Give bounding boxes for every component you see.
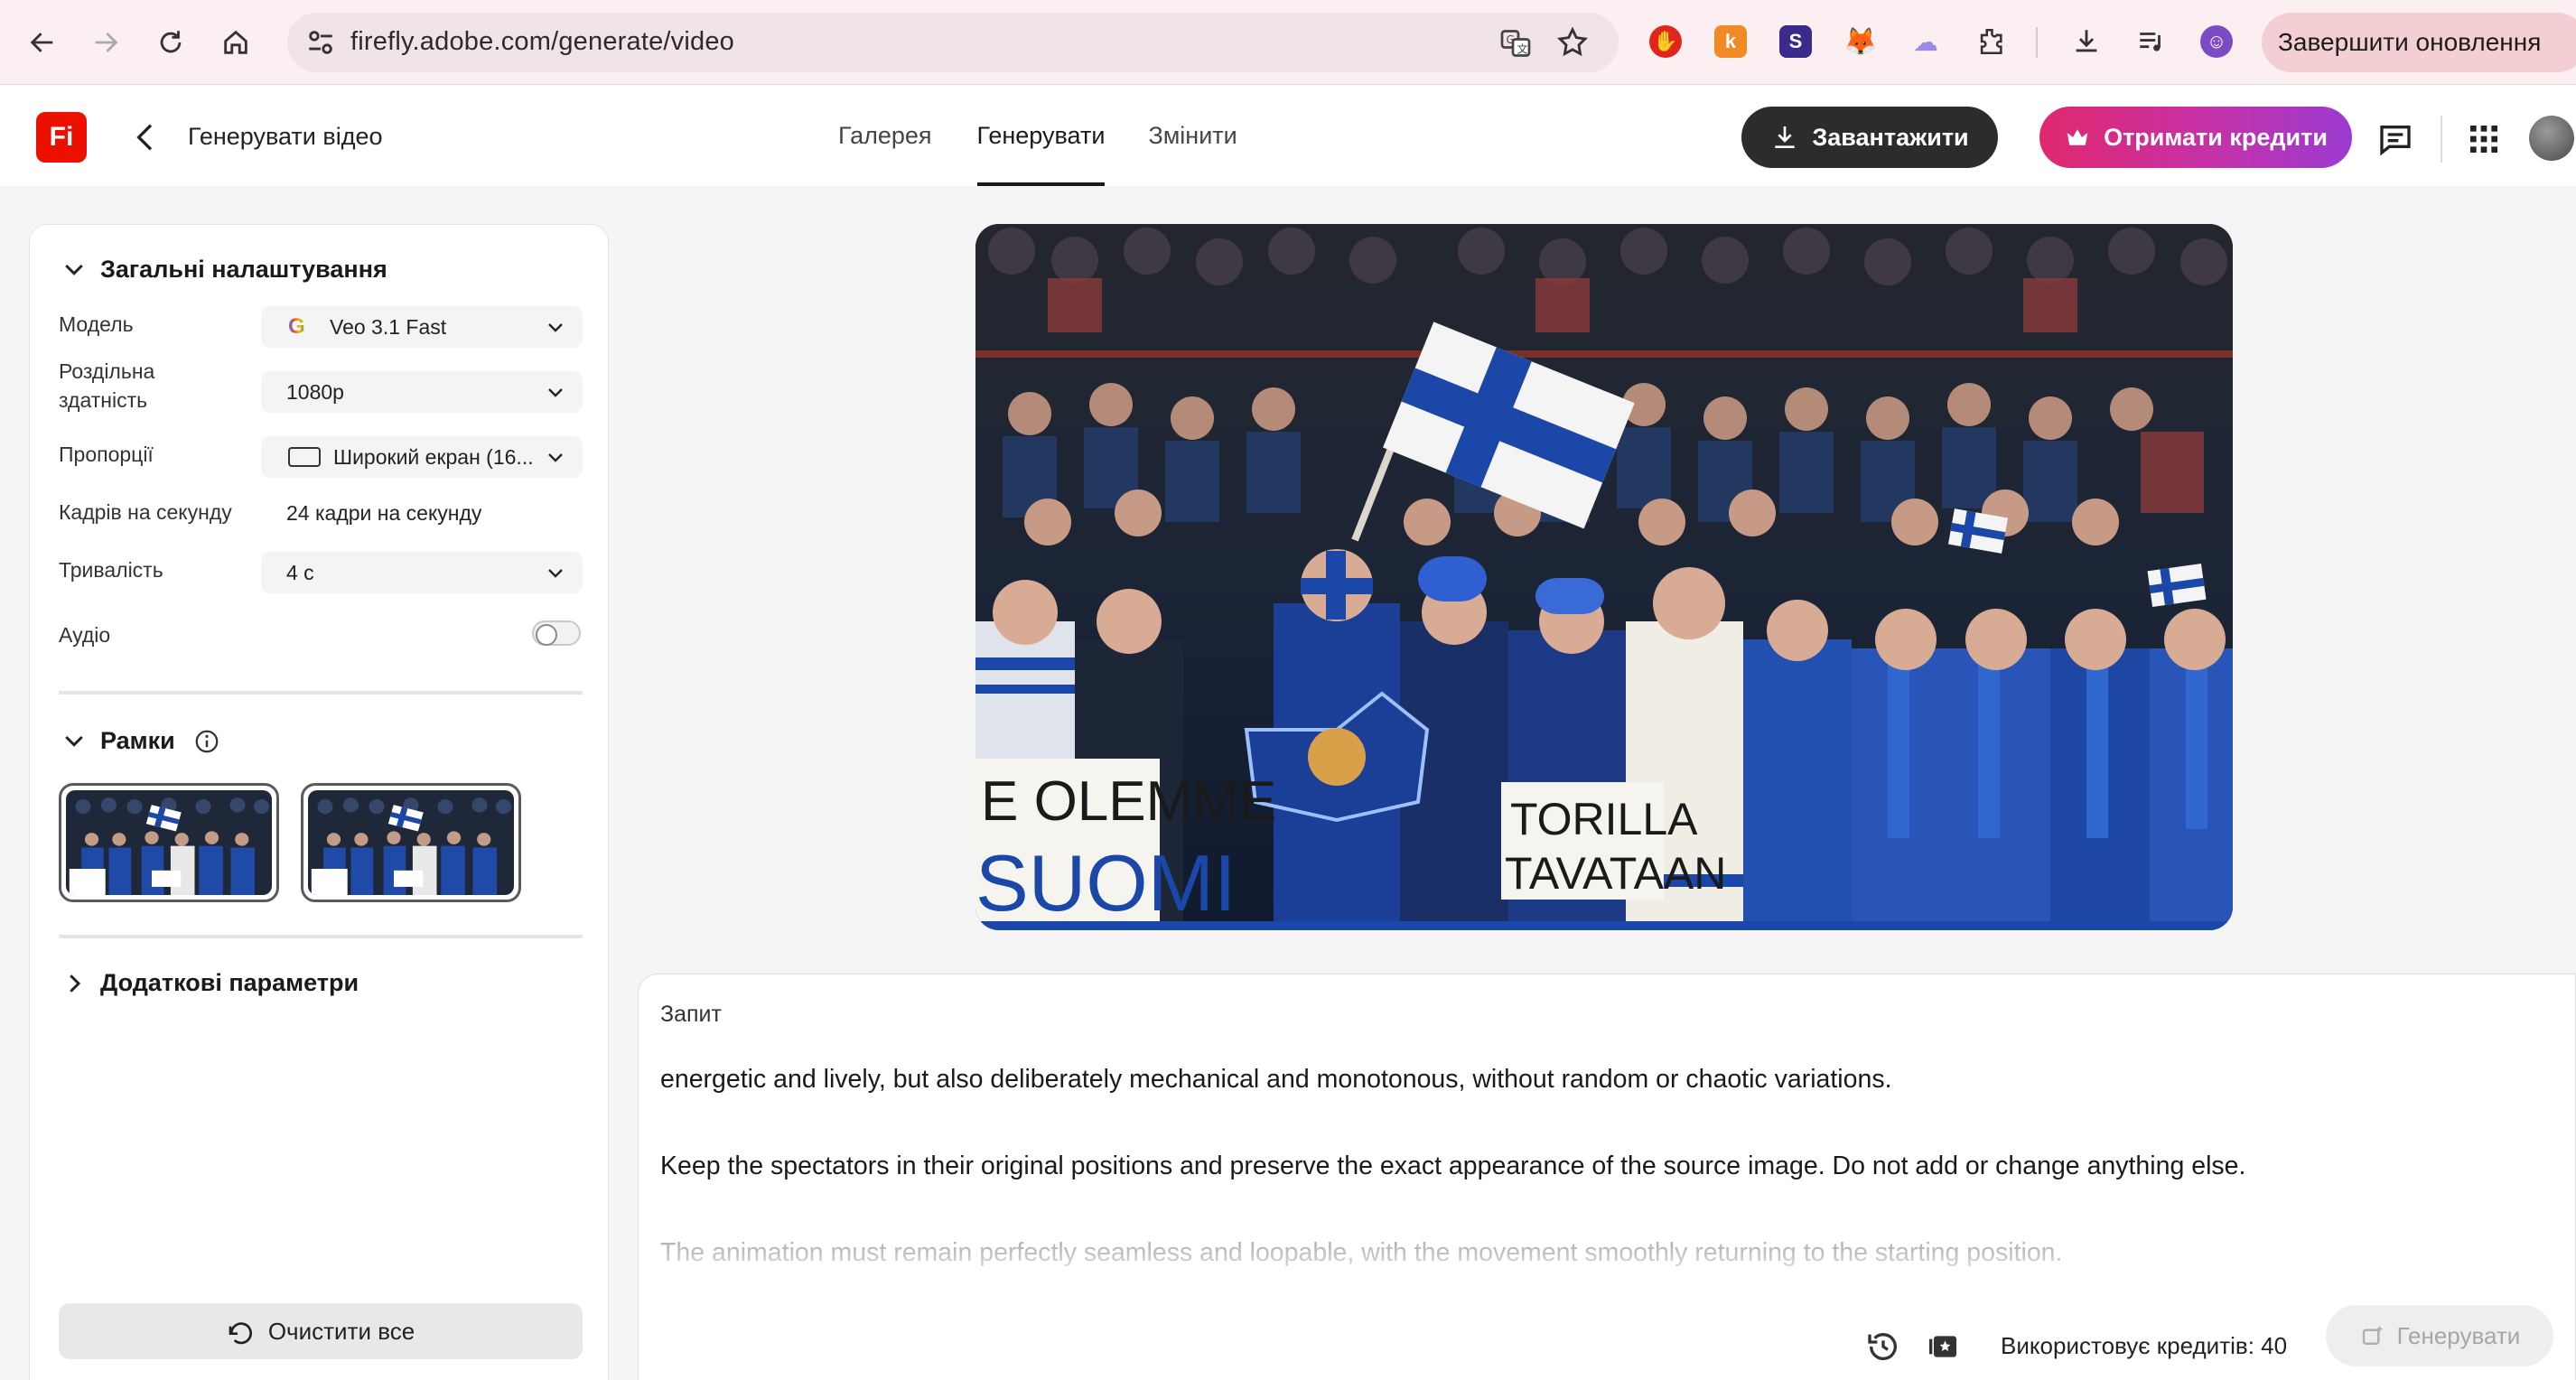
page-title: Генерувати відео [188, 123, 383, 150]
frames-title: Рамки [100, 727, 175, 754]
back-chevron-icon[interactable] [128, 119, 164, 155]
svg-text:文: 文 [1517, 42, 1528, 56]
download-label: Завантажити [1812, 123, 1969, 151]
frames-header[interactable]: Рамки [61, 727, 220, 755]
profile-icon[interactable]: ☺ [2200, 25, 2233, 58]
feedback-chat-icon[interactable] [2377, 121, 2413, 157]
update-browser-button[interactable]: Завершити оновлення [2262, 13, 2576, 72]
chevron-down-icon [548, 453, 563, 462]
resolution-select[interactable]: 1080p [261, 371, 583, 413]
downloads-icon[interactable] [2070, 25, 2103, 58]
user-avatar[interactable] [2529, 116, 2574, 161]
credits-used-text: Використовує кредитів: 40 [2001, 1332, 2288, 1359]
firefly-logo[interactable]: Fi [36, 112, 87, 163]
download-button[interactable]: Завантажити [1741, 107, 1998, 168]
home-icon[interactable] [213, 20, 258, 65]
app-header: Fi Генерувати відео Галерея Генерувати З… [0, 85, 2576, 186]
general-settings-title: Загальні налаштування [100, 256, 387, 283]
generate-sparkle-icon [2362, 1325, 2383, 1345]
extension-k-icon[interactable]: k [1714, 25, 1747, 58]
duration-select[interactable]: 4 с [261, 552, 583, 593]
download-icon [1775, 126, 1796, 148]
sign-left-line2: SUOMI [975, 838, 1236, 928]
prompt-paragraph: energetic and lively, but also deliberat… [660, 1065, 1892, 1094]
toolbar-divider [2036, 27, 2038, 58]
translate-icon[interactable]: G文 [1499, 27, 1532, 60]
section-divider [59, 691, 583, 695]
start-frame-thumbnail[interactable] [59, 783, 279, 902]
duration-value: 4 с [286, 560, 314, 584]
address-bar[interactable]: firefly.adobe.com/generate/video G文 [287, 13, 1619, 72]
widescreen-icon [288, 447, 321, 467]
sign-right-line1: TORILLA [1510, 794, 1698, 844]
general-settings-header[interactable]: Загальні налаштування [61, 256, 387, 284]
reload-icon[interactable] [148, 20, 193, 65]
audio-toggle[interactable] [532, 620, 581, 646]
chevron-right-icon [70, 974, 81, 993]
fps-label: Кадрів на секунду [59, 500, 232, 524]
advanced-settings-header[interactable]: Додаткові параметри [61, 969, 359, 997]
model-value: Veo 3.1 Fast [330, 314, 447, 339]
end-frame-thumbnail[interactable] [301, 783, 521, 902]
bookmark-star-icon[interactable] [1555, 25, 1590, 60]
chevron-down-icon [548, 323, 563, 332]
resolution-label: Роздільна здатність [59, 359, 155, 412]
browser-toolbar: firefly.adobe.com/generate/video G文 ✋ k … [0, 0, 2576, 85]
hockey-fans-image: E OLEMME SUOMI TORILLA TAVATAAN [975, 224, 2233, 930]
settings-panel: Загальні налаштування Модель G Veo 3.1 F… [29, 224, 609, 1380]
history-icon[interactable] [1865, 1329, 1901, 1365]
credits-icon [1929, 1336, 1956, 1357]
crowd-thumbnail-image [308, 790, 514, 895]
model-label: Модель [59, 312, 134, 336]
video-preview[interactable]: E OLEMME SUOMI TORILLA TAVATAAN [975, 224, 2233, 930]
section-divider [59, 935, 583, 938]
chevron-down-icon [548, 569, 563, 578]
chevron-down-icon [548, 388, 563, 397]
tab-edit[interactable]: Змінити [1148, 85, 1237, 186]
duration-label: Тривалість [59, 558, 163, 582]
clear-all-label: Очистити все [267, 1317, 415, 1345]
mode-tabs: Галерея Генерувати Змінити [838, 85, 1281, 186]
get-credits-label: Отримати кредити [2104, 123, 2328, 151]
aspect-label: Пропорції [59, 443, 154, 466]
get-credits-button[interactable]: Отримати кредити [2039, 107, 2352, 168]
resolution-value: 1080p [286, 379, 344, 404]
advanced-settings-title: Додаткові параметри [100, 969, 359, 996]
generate-button[interactable]: Генерувати [2326, 1305, 2553, 1366]
chevron-down-icon [65, 264, 83, 275]
back-arrow-icon[interactable] [20, 20, 65, 65]
prompt-label: Запит [660, 1002, 722, 1027]
site-settings-icon[interactable] [305, 27, 336, 58]
extension-ghost-icon[interactable]: ☁ [1909, 25, 1942, 58]
url-text[interactable]: firefly.adobe.com/generate/video [350, 27, 734, 57]
generate-label: Генерувати [2396, 1321, 2521, 1349]
info-icon[interactable] [193, 728, 220, 755]
aspect-value: Широкий екран (16... [333, 444, 534, 469]
fps-value: 24 кадри на секунду [286, 501, 482, 525]
extensions-puzzle-icon[interactable] [1974, 25, 2007, 58]
tab-generate[interactable]: Генерувати [976, 85, 1105, 186]
media-playlist-icon[interactable] [2135, 25, 2168, 58]
google-g-icon: G [288, 314, 305, 339]
clear-all-button[interactable]: Очистити все [59, 1303, 583, 1359]
extension-hand-icon[interactable]: ✋ [1649, 25, 1682, 58]
forward-arrow-icon[interactable] [83, 20, 128, 65]
crown-icon [2067, 129, 2088, 145]
metamask-fox-icon[interactable]: 🦊 [1843, 25, 1877, 58]
sign-left-line1: E OLEMME [981, 770, 1276, 833]
sign-right-line2: TAVATAAN [1505, 848, 1726, 899]
prompt-paragraph: Keep the spectators in their original po… [660, 1152, 2246, 1180]
tab-gallery[interactable]: Галерея [838, 85, 932, 186]
header-divider [2441, 116, 2442, 163]
model-select[interactable]: G Veo 3.1 Fast [261, 306, 583, 348]
apps-grid-icon[interactable] [2466, 121, 2502, 157]
crowd-thumbnail-image [66, 790, 272, 895]
prompt-panel: Запит energetic and lively, but also del… [638, 974, 2576, 1380]
undo-icon [229, 1322, 252, 1345]
chevron-down-icon [65, 735, 83, 747]
extension-s-icon[interactable]: S [1779, 25, 1812, 58]
aspect-select[interactable]: Широкий екран (16... [261, 436, 583, 478]
audio-label: Аудіо [59, 623, 111, 647]
